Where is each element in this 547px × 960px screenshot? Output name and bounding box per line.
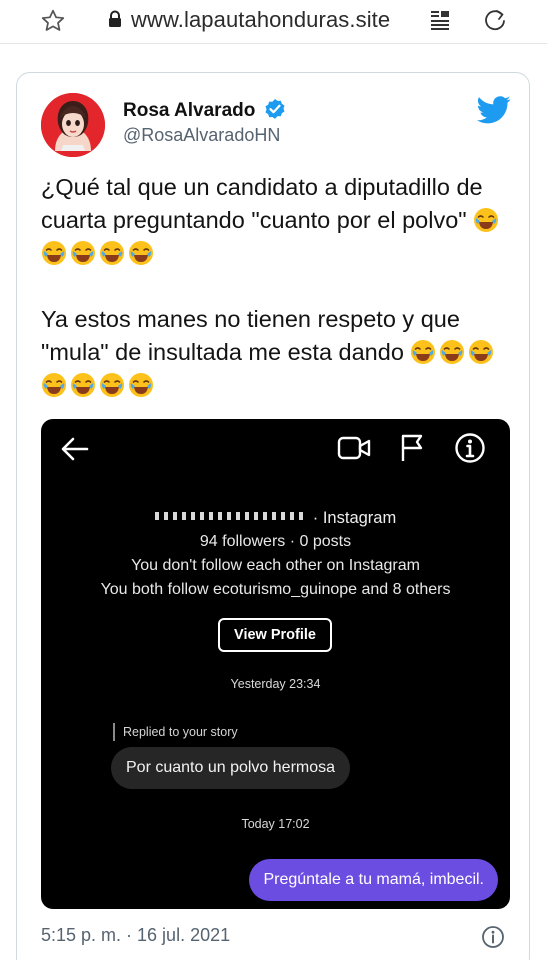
laughing-emoji-icon bbox=[129, 373, 153, 397]
timestamp-yesterday: Yesterday 23:34 bbox=[230, 677, 321, 691]
reader-mode-icon[interactable] bbox=[429, 9, 451, 31]
avatar-illustration bbox=[41, 93, 105, 157]
replied-to-story-label: Replied to your story bbox=[113, 723, 238, 741]
back-arrow-icon bbox=[61, 437, 89, 461]
incoming-message-bubble: Por cuanto un polvo hermosa bbox=[111, 747, 351, 789]
info-icon[interactable] bbox=[481, 925, 505, 949]
tweet-paragraph-2: Ya estos manes no tienen respeto y que "… bbox=[41, 303, 519, 402]
ig-follow-status: You don't follow each other on Instagram bbox=[131, 557, 420, 574]
laughing-emoji-icon bbox=[71, 241, 95, 265]
laughing-emoji-icon bbox=[71, 373, 95, 397]
laughing-emoji-icon bbox=[100, 241, 124, 265]
ig-mutual-follows: You both follow ecoturismo_guinope and 8… bbox=[100, 581, 451, 598]
twitter-bird-icon[interactable] bbox=[477, 95, 511, 125]
attached-screenshot[interactable]: · Instagram 94 followers · 0 posts You d… bbox=[41, 419, 510, 909]
view-profile-button: View Profile bbox=[218, 618, 332, 652]
timestamp-today: Today 17:02 bbox=[241, 817, 310, 831]
tweet-paragraph-1-text: ¿Qué tal que un candidato a diputadillo … bbox=[41, 174, 483, 233]
laughing-emoji-icon bbox=[411, 340, 436, 364]
star-icon[interactable] bbox=[40, 8, 66, 34]
info-icon bbox=[455, 433, 485, 463]
browser-bar: www.lapautahonduras.site bbox=[0, 0, 547, 44]
outgoing-message-bubble: Pregúntale a tu mamá, imbecil. bbox=[249, 859, 498, 901]
redacted-username bbox=[154, 512, 305, 520]
handle[interactable]: @RosaAlvaradoHN bbox=[123, 125, 280, 146]
report-flag-icon bbox=[401, 434, 423, 461]
ig-followers: 94 followers · 0 posts bbox=[199, 533, 352, 550]
url-field[interactable]: www.lapautahonduras.site bbox=[131, 7, 390, 33]
tweet-paragraph-1: ¿Qué tal que un candidato a diputadillo … bbox=[41, 171, 519, 270]
laughing-emoji-icon bbox=[474, 208, 499, 232]
tweet-timestamp[interactable]: 5:15 p. m. · 16 jul. 2021 bbox=[41, 925, 230, 946]
verified-badge-icon bbox=[265, 99, 285, 119]
lock-icon bbox=[109, 10, 121, 27]
tweet-paragraph-2-text: Ya estos manes no tienen respeto y que "… bbox=[41, 306, 460, 365]
ig-profile-name: · Instagram bbox=[41, 509, 510, 528]
laughing-emoji-icon bbox=[129, 241, 153, 265]
refresh-icon[interactable] bbox=[482, 8, 508, 34]
laughing-emoji-icon bbox=[100, 373, 124, 397]
display-name[interactable]: Rosa Alvarado bbox=[123, 100, 255, 122]
tweet-text: ¿Qué tal que un candidato a diputadillo … bbox=[41, 171, 519, 435]
video-call-icon bbox=[337, 436, 371, 460]
laughing-emoji-icon bbox=[42, 373, 66, 397]
laughing-emoji-icon bbox=[469, 340, 494, 364]
ig-profile-suffix: · Instagram bbox=[312, 509, 397, 527]
laughing-emoji-icon bbox=[42, 241, 66, 265]
avatar[interactable] bbox=[41, 93, 105, 157]
laughing-emoji-icon bbox=[440, 340, 465, 364]
tweet-card[interactable]: Rosa Alvarado @RosaAlvaradoHN ¿Qué tal q… bbox=[16, 72, 530, 960]
